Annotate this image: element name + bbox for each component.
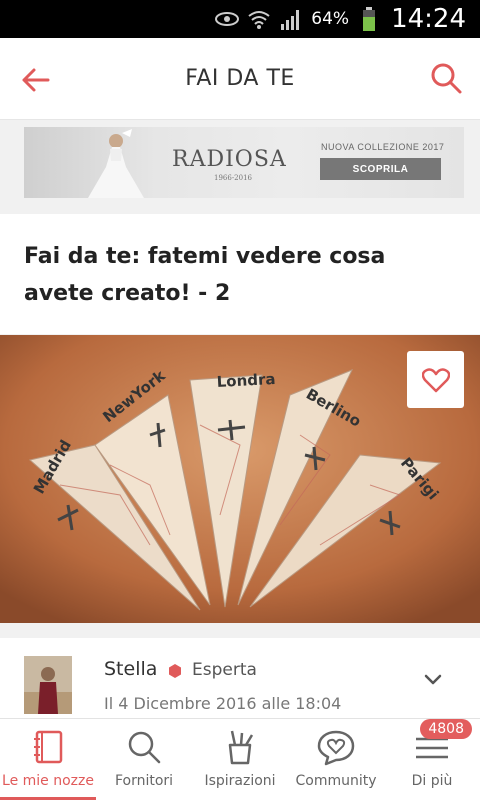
wifi-icon (247, 7, 271, 31)
post-photo[interactable]: Madrid NewYork Londra Berlino Parigi (0, 335, 480, 623)
top-app-bar: FAI DA TE (0, 38, 480, 120)
author-badge: Esperta (192, 660, 257, 680)
cone-label-londra: Londra (216, 370, 276, 391)
page-title: FAI DA TE (185, 66, 295, 91)
signal-icon (279, 7, 303, 31)
battery-percentage: 64% (311, 9, 350, 29)
battery-icon (357, 7, 381, 31)
author-name[interactable]: Stella (104, 658, 157, 680)
heart-icon (421, 367, 450, 392)
author-row[interactable]: Stella Esperta Il 4 Dicembre 2016 alle 1… (0, 638, 480, 718)
notification-badge: 4808 (420, 719, 472, 739)
avatar[interactable] (24, 656, 72, 714)
status-bar: 64% 14:24 (0, 0, 480, 38)
bride-image (88, 129, 144, 198)
nav-item-di-piu[interactable]: Di più 4808 (384, 719, 480, 800)
nav-label: Ispirazioni (204, 773, 276, 789)
pencil-cup-icon (228, 730, 254, 765)
ad-cta-button[interactable]: SCOPRILA (320, 158, 441, 180)
nav-item-community[interactable]: Community (288, 719, 384, 800)
favorite-button[interactable] (407, 351, 464, 408)
ad-brand-years: 1966-2016 (214, 174, 252, 182)
ad-brand: RADIOSA (172, 147, 287, 172)
search-icon (128, 731, 161, 764)
eye-icon (215, 7, 240, 31)
post-title: Fai da te: fatemi vedere cosa avete crea… (24, 244, 386, 306)
expert-badge-icon (169, 664, 181, 678)
notebook-icon (34, 730, 63, 764)
post-header: Fai da te: fatemi vedere cosa avete crea… (0, 214, 480, 334)
nav-item-fornitori[interactable]: Fornitori (96, 719, 192, 800)
clock: 14:24 (391, 4, 466, 34)
ad-collection-text: NUOVA COLLEZIONE 2017 (321, 142, 445, 152)
nav-label: Community (295, 773, 377, 789)
nav-label: Le mie nozze (2, 773, 94, 789)
ad-banner-area: RADIOSA 1966-2016 NUOVA COLLEZIONE 2017 … (0, 120, 480, 214)
nav-label: Fornitori (114, 773, 174, 789)
bottom-navigation: Le mie nozze Fornitori Ispirazioni Commu… (0, 718, 480, 800)
back-arrow-icon[interactable] (18, 62, 54, 98)
chevron-down-icon[interactable] (422, 668, 444, 690)
chat-heart-icon (317, 730, 355, 766)
ad-banner[interactable]: RADIOSA 1966-2016 NUOVA COLLEZIONE 2017 … (24, 127, 464, 198)
post-date: Il 4 Dicembre 2016 alle 18:04 (104, 694, 342, 713)
nav-item-le-mie-nozze[interactable]: Le mie nozze (0, 719, 96, 800)
nav-item-ispirazioni[interactable]: Ispirazioni (192, 719, 288, 800)
search-icon[interactable] (428, 60, 464, 96)
nav-label: Di più (411, 773, 453, 789)
